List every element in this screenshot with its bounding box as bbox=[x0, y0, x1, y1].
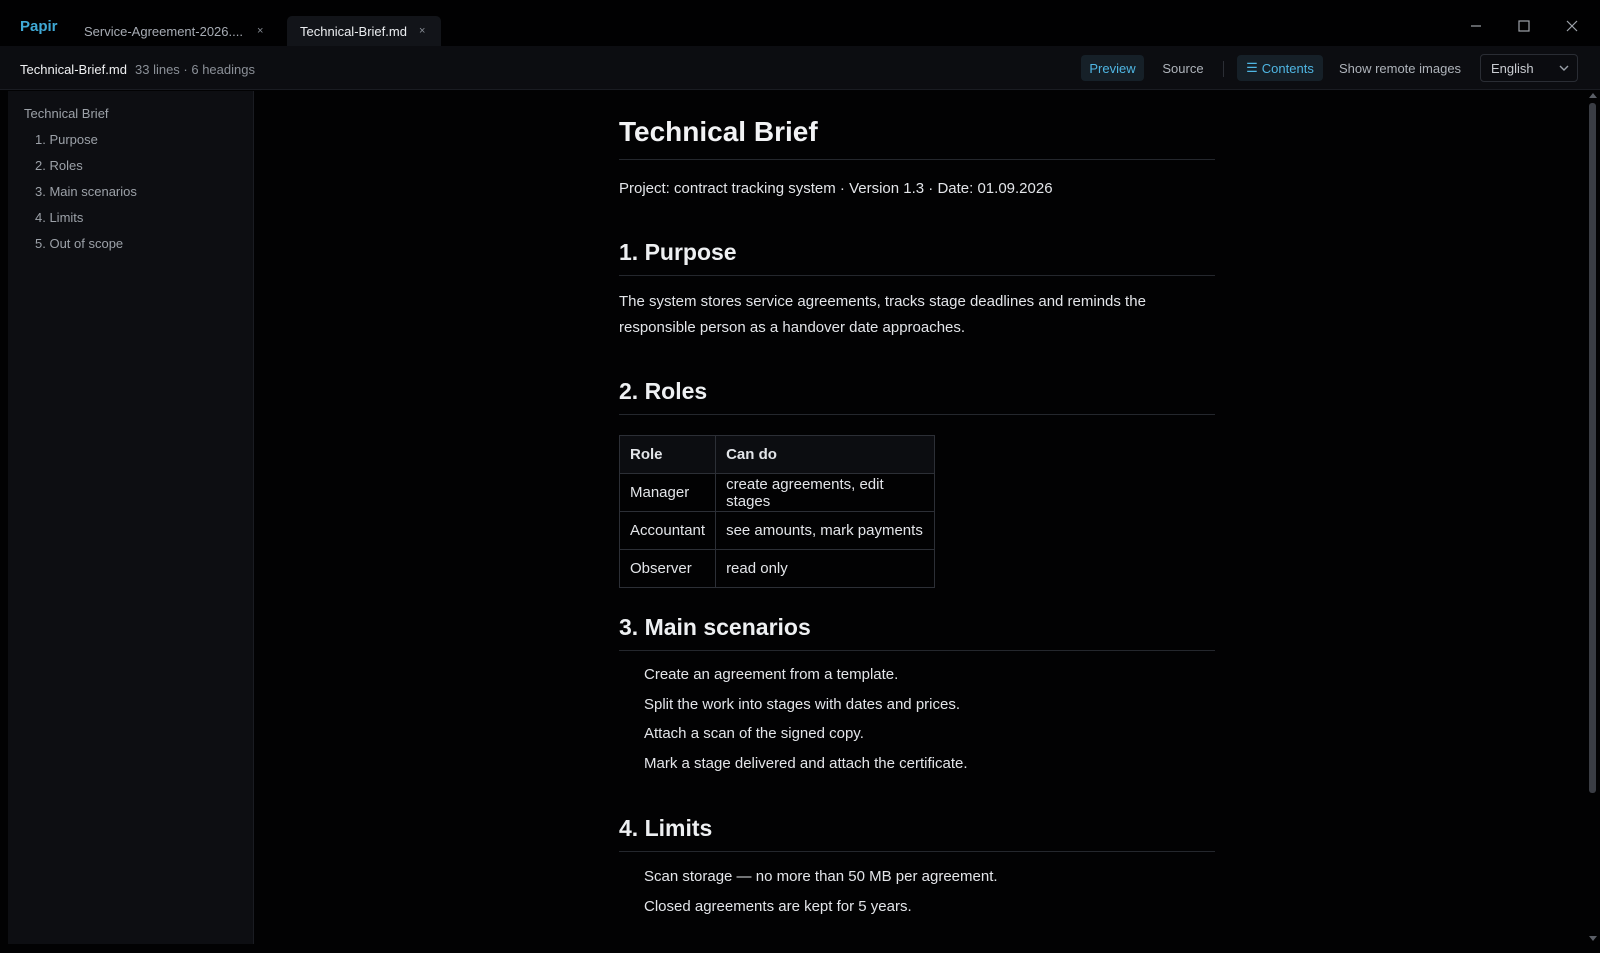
heading-main-scenarios: 3. Main scenarios bbox=[619, 614, 811, 640]
chevron-down-icon bbox=[1557, 61, 1571, 78]
preview-button[interactable]: Preview bbox=[1081, 55, 1144, 81]
toolbar: Technical-Brief.md 33 lines · 6 headings… bbox=[0, 46, 1600, 90]
list-icon: ☰ bbox=[1246, 60, 1258, 75]
app-name: Papir bbox=[20, 18, 58, 35]
table-header-cell: Can do bbox=[715, 435, 936, 474]
table-row: Observer read only bbox=[618, 549, 936, 588]
title-bar: Papir Service-Agreement-2026.... × Techn… bbox=[0, 0, 1600, 46]
purpose-line-2: responsible person as a handover date ap… bbox=[619, 319, 966, 336]
toc-item-limits[interactable]: 4. Limits bbox=[35, 210, 83, 225]
toc-item-out-of-scope[interactable]: 5. Out of scope bbox=[35, 236, 123, 251]
document-meta-line: Project: contract tracking system · Vers… bbox=[619, 180, 1053, 197]
toolbar-divider bbox=[1223, 61, 1224, 77]
tab-service-agreement[interactable]: Service-Agreement-2026.... × bbox=[72, 16, 270, 46]
tab-label: Service-Agreement-2026.... bbox=[84, 23, 243, 39]
file-name: Technical-Brief.md bbox=[20, 62, 127, 77]
toc-item-roles[interactable]: 2. Roles bbox=[35, 158, 83, 173]
minimize-icon[interactable] bbox=[1462, 12, 1490, 40]
heading-rule bbox=[619, 275, 1215, 276]
heading-roles: 2. Roles bbox=[619, 378, 708, 404]
toc-sidebar: Technical Brief 1. Purpose 2. Roles 3. M… bbox=[8, 91, 254, 944]
table-cell: see amounts, mark payments bbox=[715, 511, 936, 550]
list-item: Split the work into stages with dates an… bbox=[644, 696, 960, 713]
scroll-up-arrow-icon[interactable] bbox=[1589, 93, 1597, 98]
list-item: Attach a scan of the signed copy. bbox=[644, 725, 864, 742]
preview-pane: Technical Brief Project: contract tracki… bbox=[255, 91, 1585, 953]
toc-item-technical-brief[interactable]: Technical Brief bbox=[24, 106, 109, 121]
table-row: Accountant see amounts, mark payments bbox=[618, 511, 936, 550]
heading-rule bbox=[619, 414, 1215, 415]
source-button[interactable]: Source bbox=[1155, 55, 1211, 81]
show-remote-images-button[interactable]: Show remote images bbox=[1335, 55, 1465, 81]
language-value: English bbox=[1491, 60, 1534, 76]
table-header-row: Role Can do bbox=[618, 435, 936, 474]
contents-label: Contents bbox=[1261, 60, 1314, 76]
tab-technical-brief[interactable]: Technical-Brief.md × bbox=[287, 16, 441, 46]
table-row: Manager create agreements, edit stages bbox=[618, 473, 936, 512]
list-item: Closed agreements are kept for 5 years. bbox=[644, 898, 912, 915]
toc-item-main-scenarios[interactable]: 3. Main scenarios bbox=[35, 184, 137, 199]
table-cell: Accountant bbox=[618, 511, 717, 550]
file-meta: 33 lines · 6 headings bbox=[135, 62, 255, 77]
heading-rule bbox=[619, 650, 1215, 651]
purpose-line-1: The system stores service agreements, tr… bbox=[619, 293, 1146, 310]
heading-limits: 4. Limits bbox=[619, 815, 713, 841]
heading-rule bbox=[619, 159, 1215, 160]
scroll-down-arrow-icon[interactable] bbox=[1589, 936, 1597, 941]
heading-purpose: 1. Purpose bbox=[619, 239, 737, 265]
vertical-scrollbar[interactable] bbox=[1585, 91, 1600, 953]
language-select[interactable]: English bbox=[1480, 54, 1578, 82]
table-cell: Observer bbox=[618, 549, 717, 588]
table-header-cell: Role bbox=[618, 435, 717, 474]
toc-item-purpose[interactable]: 1. Purpose bbox=[35, 132, 98, 147]
list-item: Create an agreement from a template. bbox=[644, 666, 899, 683]
table-cell: read only bbox=[715, 549, 936, 588]
close-icon[interactable] bbox=[1558, 12, 1586, 40]
heading-rule bbox=[619, 851, 1215, 852]
contents-toggle-button[interactable]: ☰ Contents bbox=[1237, 55, 1323, 81]
tab-label: Technical-Brief.md bbox=[300, 23, 407, 39]
list-item: Mark a stage delivered and attach the ce… bbox=[644, 755, 968, 772]
tab-close-icon[interactable]: × bbox=[419, 25, 425, 37]
tab-close-icon[interactable]: × bbox=[257, 25, 263, 37]
document-title: Technical Brief bbox=[619, 116, 818, 147]
maximize-icon[interactable] bbox=[1510, 12, 1538, 40]
scroll-thumb[interactable] bbox=[1589, 103, 1596, 793]
roles-table: Role Can do Manager create agreements, e… bbox=[618, 435, 936, 588]
table-cell: create agreements, edit stages bbox=[715, 473, 936, 512]
list-item: Scan storage — no more than 50 MB per ag… bbox=[644, 868, 998, 885]
table-cell: Manager bbox=[618, 473, 717, 512]
